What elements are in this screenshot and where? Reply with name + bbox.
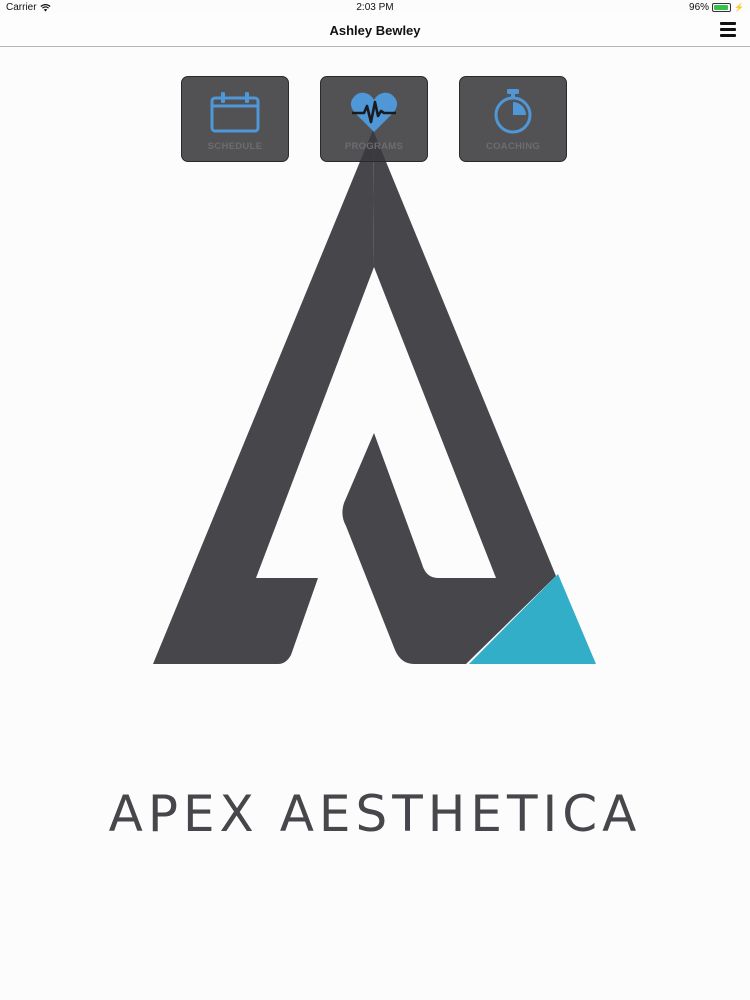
tab-schedule[interactable]: SCHEDULE xyxy=(181,76,289,162)
hamburger-menu-icon[interactable] xyxy=(720,22,736,38)
stopwatch-icon xyxy=(460,89,566,135)
nav-title: Ashley Bewley xyxy=(329,23,421,38)
brand-name: APEX AESTHETICA xyxy=(108,785,642,843)
tab-coaching-label: COACHING xyxy=(485,141,541,152)
heart-pulse-icon xyxy=(321,89,427,135)
nav-bar: Ashley Bewley xyxy=(0,14,750,47)
status-right: 96% ⚡ xyxy=(689,2,744,13)
logo-right-stroke xyxy=(342,130,556,664)
tab-programs-label: PROGRAMS xyxy=(344,141,404,152)
tab-coaching[interactable]: COACHING xyxy=(459,76,567,162)
status-time: 2:03 PM xyxy=(356,2,394,13)
battery-icon xyxy=(712,3,732,12)
logo-left-leg xyxy=(153,130,374,664)
calendar-icon xyxy=(182,89,288,135)
tab-programs[interactable]: PROGRAMS xyxy=(320,76,428,162)
status-bar: Carrier 2:03 PM 96% ⚡ xyxy=(0,0,750,14)
lightning-icon: ⚡ xyxy=(734,3,744,12)
app-screen: APEX AESTHETICA Carrier 2:03 PM 96% ⚡ As… xyxy=(0,0,750,1000)
battery-fill xyxy=(714,5,729,10)
tab-schedule-label: SCHEDULE xyxy=(207,141,263,152)
battery-percent: 96% xyxy=(689,2,710,13)
